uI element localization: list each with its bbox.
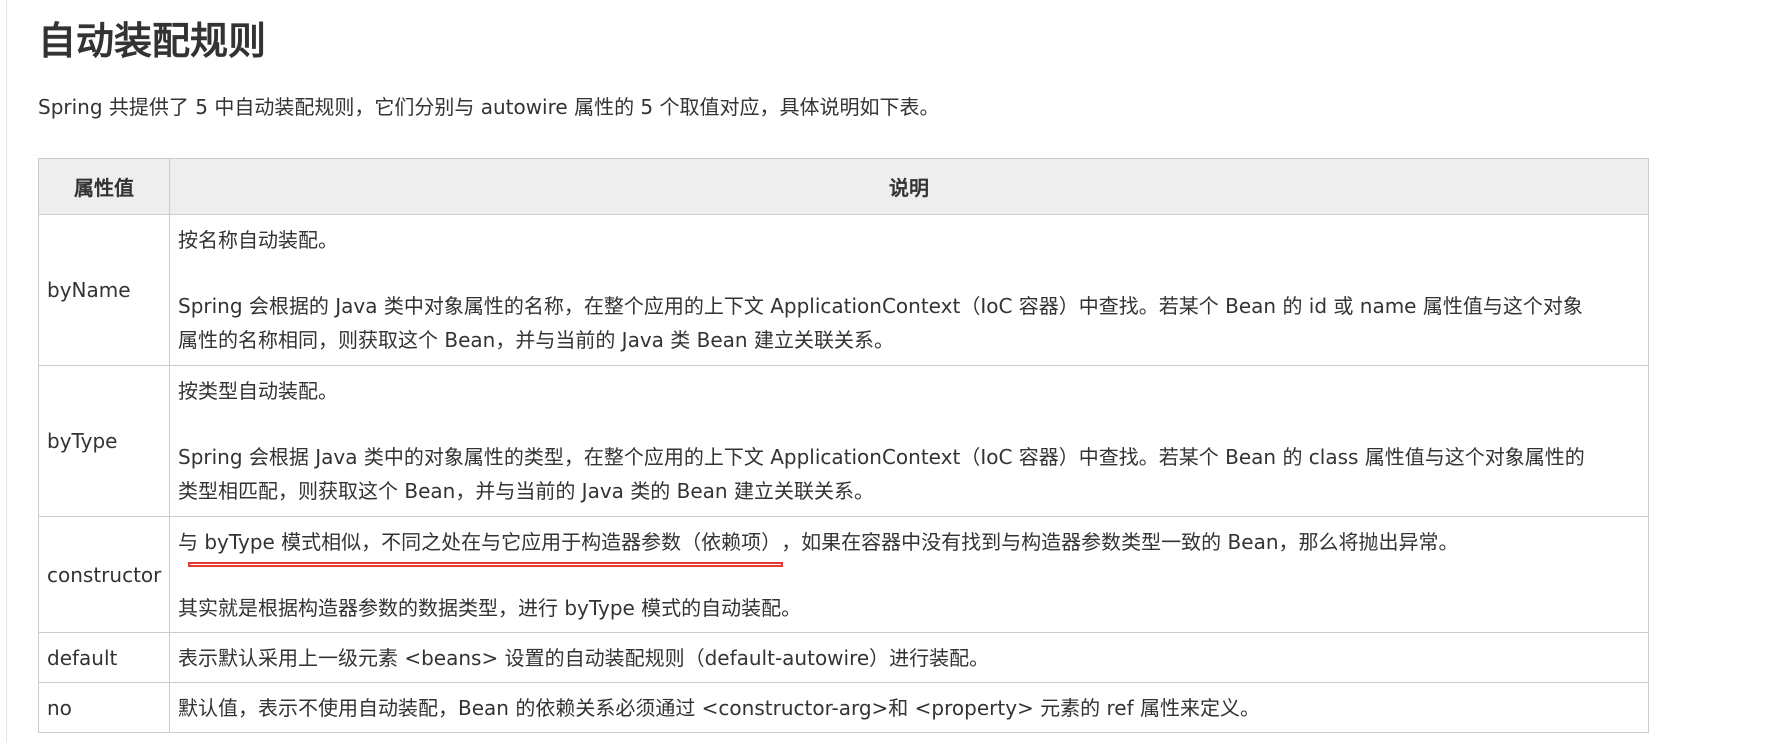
desc-line: 默认值，表示不使用自动装配，Bean 的依赖关系必须通过 <constructo… xyxy=(178,695,1261,720)
desc-line: Spring 会根据 Java 类中的对象属性的类型，在整个应用的上下文 App… xyxy=(178,445,1585,469)
desc-line: 与 byType 模式相似，不同之处在与它应用于构造器参数（依赖项），如果在容器… xyxy=(178,525,1640,567)
desc-line: 属性的名称相同，则获取这个 Bean，并与当前的 Java 类 Bean 建立关… xyxy=(178,328,894,352)
cell-value: byName xyxy=(38,214,170,366)
intro-paragraph: Spring 共提供了 5 中自动装配规则，它们分别与 autowire 属性的… xyxy=(38,95,940,119)
table-row: byName 按名称自动装配。 Spring 会根据的 Java 类中对象属性的… xyxy=(38,214,1649,366)
table-row: byType 按类型自动装配。 Spring 会根据 Java 类中的对象属性的… xyxy=(38,365,1649,517)
cell-description: 按名称自动装配。 Spring 会根据的 Java 类中对象属性的名称，在整个应… xyxy=(169,214,1649,366)
cell-description: 表示默认采用上一级元素 <beans> 设置的自动装配规则（default-au… xyxy=(169,632,1649,683)
table-header-row: 属性值 说明 xyxy=(38,158,1649,215)
section-title: 自动装配规则 xyxy=(38,19,267,63)
cell-value: constructor xyxy=(38,516,170,633)
header-description: 说明 xyxy=(169,158,1649,215)
table-row: no 默认值，表示不使用自动装配，Bean 的依赖关系必须通过 <constru… xyxy=(38,682,1649,733)
desc-line: 表示默认采用上一级元素 <beans> 设置的自动装配规则（default-au… xyxy=(178,645,990,670)
header-value: 属性值 xyxy=(38,158,170,215)
desc-line: Spring 会根据的 Java 类中对象属性的名称，在整个应用的上下文 App… xyxy=(178,294,1583,318)
cell-description: 按类型自动装配。 Spring 会根据 Java 类中的对象属性的类型，在整个应… xyxy=(169,365,1649,517)
table-row: default 表示默认采用上一级元素 <beans> 设置的自动装配规则（de… xyxy=(38,632,1649,683)
cell-description: 默认值，表示不使用自动装配，Bean 的依赖关系必须通过 <constructo… xyxy=(169,682,1649,733)
cell-description: 与 byType 模式相似，不同之处在与它应用于构造器参数（依赖项），如果在容器… xyxy=(169,516,1649,633)
cell-value: byType xyxy=(38,365,170,517)
cell-value: no xyxy=(38,682,170,733)
desc-line: 按类型自动装配。 xyxy=(178,379,338,403)
desc-line: 其实就是根据构造器参数的数据类型，进行 byType 模式的自动装配。 xyxy=(178,595,802,620)
desc-line: 类型相匹配，则获取这个 Bean，并与当前的 Java 类的 Bean 建立关联… xyxy=(178,479,874,503)
cell-value: default xyxy=(38,632,170,683)
red-underline-annotation: 与 byType 模式相似，不同之处在与它应用于构造器参数（依赖项） xyxy=(178,525,784,567)
desc-line-rest: ，如果在容器中没有找到与构造器参数类型一致的 Bean，那么将抛出异常。 xyxy=(781,529,1459,554)
autowire-rules-table: 属性值 说明 byName 按名称自动装配。 Spring 会根据的 Java … xyxy=(38,158,1649,733)
left-border-line xyxy=(6,0,7,742)
desc-line: 按名称自动装配。 xyxy=(178,228,338,252)
table-row: constructor 与 byType 模式相似，不同之处在与它应用于构造器参… xyxy=(38,516,1649,633)
